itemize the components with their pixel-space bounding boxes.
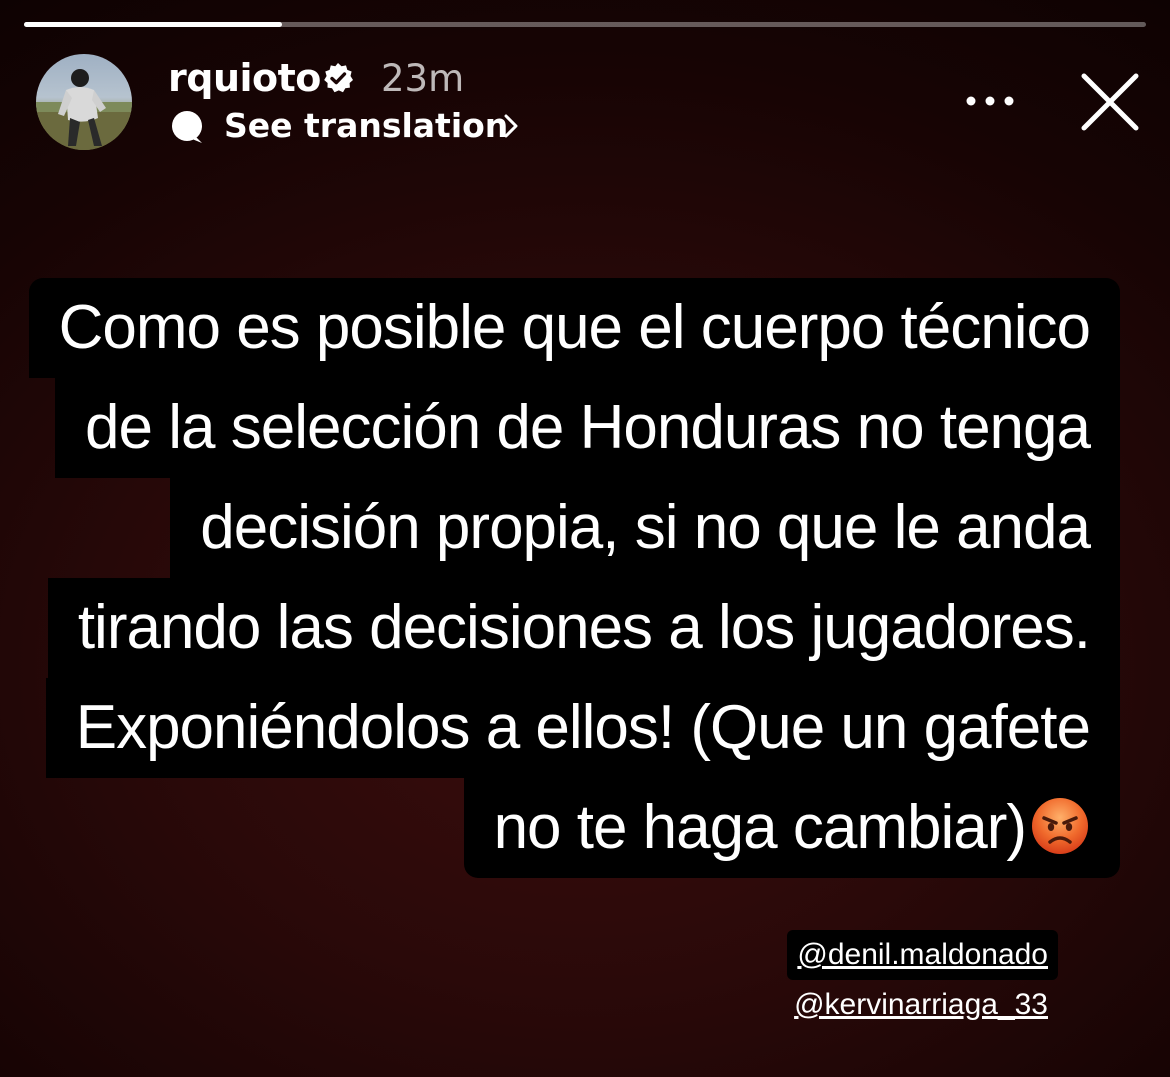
more-options-icon[interactable] [962,92,1018,110]
username[interactable]: rquioto [168,56,321,100]
caption-line: decisión propia, si no que le anda [170,478,1120,578]
post-time: 23m [381,57,465,100]
mention-tags: @denil.maldonado @kervinarriaga_33 [784,930,1058,1030]
story-caption: Como es posible que el cuerpo técnico de… [28,278,1120,878]
verified-badge-icon [324,63,353,93]
angry-face-emoji-icon [1032,798,1088,854]
caption-line: de la selección de Honduras no tenga [55,378,1120,478]
story-progress-bar [24,22,1146,27]
caption-line: Como es posible que el cuerpo técnico [28,278,1120,378]
caption-line: tirando las decisiones a los jugadores. [47,578,1120,678]
avatar[interactable] [36,54,132,150]
story-progress-fill [24,22,283,27]
mention-tag[interactable]: @kervinarriaga_33 [784,980,1058,1030]
see-translation-link[interactable]: See translation [224,106,508,145]
caption-line: Exponiéndolos a ellos! (Que un gafete [45,678,1120,778]
chevron-right-icon[interactable] [500,112,522,140]
close-icon[interactable] [1078,70,1142,134]
player-avatar-image [36,69,132,150]
caption-last-line: no te haga cambiar) [463,778,1120,878]
translate-bubble-icon [172,111,202,143]
mention-tag[interactable]: @denil.maldonado [787,930,1058,980]
caption-line-text: no te haga cambiar) [493,793,1027,862]
